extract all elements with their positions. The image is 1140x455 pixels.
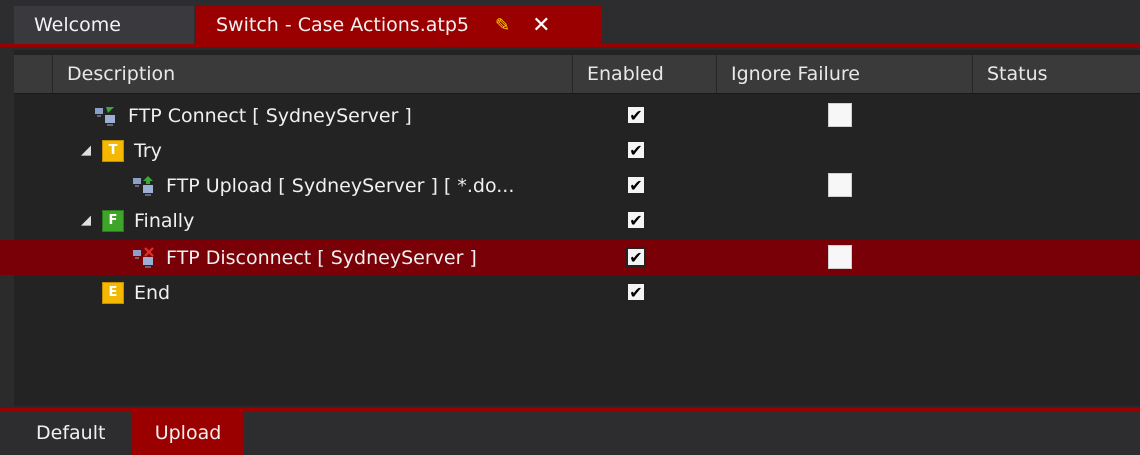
row-label: End (134, 281, 171, 304)
column-header-status[interactable]: Status (972, 55, 1140, 93)
row-label: Finally (134, 209, 195, 232)
close-icon[interactable]: ✕ (532, 13, 550, 38)
enabled-checkbox[interactable]: ✔ (626, 175, 646, 195)
case-tab-strip: Default Upload (0, 408, 1140, 455)
expand-collapse-icon[interactable]: ◢ (76, 143, 96, 158)
ftp-disconnect-icon (132, 246, 156, 269)
row-description: ◢ F Finally (76, 203, 194, 238)
row-label: FTP Upload [ SydneyServer ] [ *.do... (166, 174, 515, 197)
tab-welcome[interactable]: Welcome (14, 6, 194, 44)
edit-icon: ✎ (494, 14, 511, 36)
enabled-checkbox[interactable]: ✔ (626, 105, 646, 125)
table-row[interactable]: E End ✔ (14, 275, 1140, 310)
tab-default-label: Default (36, 422, 106, 444)
enabled-checkbox[interactable]: ✔ (626, 210, 646, 230)
table-row[interactable]: FTP Upload [ SydneyServer ] [ *.do... ✔ (14, 168, 1140, 203)
ftp-connect-icon (94, 105, 118, 127)
ignore-failure-checkbox[interactable] (828, 245, 852, 269)
table-row[interactable]: ◢ F Finally ✔ (14, 203, 1140, 238)
document-tab-strip: Welcome Switch - Case Actions.atp5 ✎ ✕ (0, 0, 1140, 47)
try-block-icon: T (102, 139, 124, 162)
row-description: FTP Upload [ SydneyServer ] [ *.do... (132, 168, 514, 203)
enabled-checkbox[interactable]: ✔ (626, 247, 646, 267)
row-label: FTP Disconnect [ SydneyServer ] (166, 246, 477, 269)
end-block-icon: E (102, 281, 124, 304)
actions-grid: Description Enabled Ignore Failure Statu… (0, 50, 1140, 406)
column-header-description[interactable]: Description (52, 55, 572, 93)
enabled-checkbox[interactable]: ✔ (626, 140, 646, 160)
table-row[interactable]: FTP Connect [ SydneyServer ] ✔ (14, 98, 1140, 133)
finally-block-icon: F (102, 209, 124, 232)
expand-collapse-icon[interactable]: ◢ (76, 213, 96, 228)
ignore-failure-checkbox[interactable] (828, 103, 852, 127)
ignore-failure-checkbox[interactable] (828, 173, 852, 197)
tab-upload-label: Upload (154, 422, 222, 444)
enabled-checkbox[interactable]: ✔ (626, 282, 646, 302)
tab-switch-case-actions[interactable]: Switch - Case Actions.atp5 ✎ ✕ (196, 6, 602, 44)
ftp-upload-icon (132, 175, 156, 197)
row-label: FTP Connect [ SydneyServer ] (128, 104, 412, 127)
tab-active-label: Switch - Case Actions.atp5 (216, 14, 469, 36)
column-header-enabled[interactable]: Enabled (572, 55, 716, 93)
tab-welcome-label: Welcome (34, 14, 121, 36)
row-description: FTP Connect [ SydneyServer ] (94, 98, 412, 133)
editor-window: Welcome Switch - Case Actions.atp5 ✎ ✕ D… (0, 0, 1140, 455)
tab-upload[interactable]: Upload (132, 411, 244, 455)
tab-default[interactable]: Default (20, 411, 121, 455)
grid-header: Description Enabled Ignore Failure Statu… (14, 55, 1140, 94)
row-label: Try (134, 139, 162, 162)
row-description: ◢ T Try (76, 133, 162, 168)
row-description: E End (102, 275, 170, 310)
column-header-ignore-failure[interactable]: Ignore Failure (716, 55, 972, 93)
row-description: FTP Disconnect [ SydneyServer ] (132, 240, 477, 275)
table-row-selected[interactable]: FTP Disconnect [ SydneyServer ] ✔ (0, 240, 1140, 275)
table-row[interactable]: ◢ T Try ✔ (14, 133, 1140, 168)
